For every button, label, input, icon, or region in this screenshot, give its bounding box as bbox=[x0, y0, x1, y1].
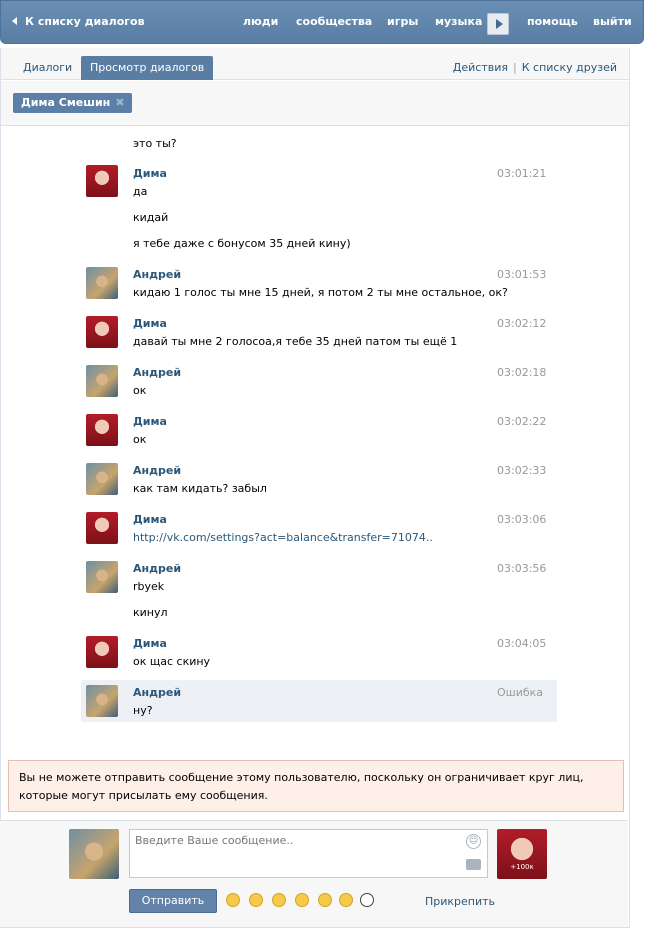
send-button[interactable]: Отправить bbox=[129, 889, 217, 913]
participant-chip[interactable]: Дима Смешин ✖ bbox=[13, 93, 133, 113]
message-text: ок bbox=[133, 384, 147, 397]
message-author[interactable]: Дима bbox=[133, 317, 167, 330]
avatar-caption: +100к bbox=[510, 863, 534, 871]
emoji-panda-icon[interactable] bbox=[360, 893, 374, 907]
my-avatar[interactable] bbox=[69, 829, 119, 879]
message-input[interactable]: Введите Ваше сообщение.. bbox=[129, 829, 488, 878]
message-time: 03:01:53 bbox=[497, 268, 547, 281]
message-text: кидай bbox=[133, 211, 169, 224]
message-text: это ты? bbox=[133, 137, 177, 150]
top-navigation-bar: К списку диалогов люди сообщества игры м… bbox=[0, 0, 644, 44]
message-text: кидаю 1 голос ты мне 15 дней, я потом 2 … bbox=[133, 286, 508, 299]
message-author[interactable]: Андрей bbox=[133, 464, 181, 477]
tab-dialogs[interactable]: Диалоги bbox=[23, 56, 72, 80]
message-text: кинул bbox=[133, 606, 168, 619]
message-author[interactable]: Дима bbox=[133, 637, 167, 650]
message-time: 03:02:18 bbox=[497, 366, 547, 379]
message-composer: Введите Ваше сообщение.. ☺ +100к Отправи… bbox=[0, 820, 628, 927]
message-author[interactable]: Андрей bbox=[133, 268, 181, 281]
play-icon bbox=[496, 19, 503, 29]
nav-music[interactable]: музыка bbox=[435, 15, 482, 28]
divider: | bbox=[513, 61, 517, 74]
chevron-left-icon bbox=[12, 17, 17, 25]
avatar[interactable] bbox=[86, 685, 118, 717]
nav-games[interactable]: игры bbox=[387, 15, 418, 28]
music-play-button[interactable] bbox=[487, 13, 509, 35]
avatar[interactable] bbox=[86, 512, 118, 544]
message-text: как там кидать? забыл bbox=[133, 482, 267, 495]
message-time: 03:01:21 bbox=[497, 167, 547, 180]
message-text: я тебе даже с бонусом 35 дней кину) bbox=[133, 237, 351, 250]
message-link[interactable]: http://vk.com/settings?act=balance&trans… bbox=[133, 531, 433, 544]
message-time: 03:02:33 bbox=[497, 464, 547, 477]
message-text: ну? bbox=[133, 704, 153, 717]
smile-icon[interactable]: ☺ bbox=[466, 834, 481, 849]
tabs-bar: Диалоги Просмотр диалогов Действия | К спи… bbox=[1, 48, 629, 80]
emoji-saxophone-icon[interactable] bbox=[339, 893, 353, 907]
back-to-dialogs-link[interactable]: К списку диалогов bbox=[12, 15, 145, 28]
message-text: ок щас скину bbox=[133, 655, 211, 668]
message-time: 03:03:06 bbox=[497, 513, 547, 526]
message-author[interactable]: Андрей bbox=[133, 562, 181, 575]
avatar[interactable] bbox=[86, 267, 118, 299]
message-text: rbyek bbox=[133, 580, 165, 593]
participant-name: Дима Смешин bbox=[21, 96, 111, 109]
avatar[interactable] bbox=[86, 561, 118, 593]
message-time: 03:04:05 bbox=[497, 637, 547, 650]
emoji-surprised-icon[interactable] bbox=[272, 893, 286, 907]
emoji-sad-icon[interactable] bbox=[249, 893, 263, 907]
attach-link[interactable]: Прикрепить bbox=[425, 895, 495, 908]
emoji-kiss-icon[interactable] bbox=[318, 893, 332, 907]
avatar[interactable] bbox=[86, 165, 118, 197]
nav-logout[interactable]: выйти bbox=[593, 15, 632, 28]
message-input-placeholder: Введите Ваше сообщение.. bbox=[135, 834, 294, 847]
privacy-notice: Вы не можете отправить сообщение этому п… bbox=[8, 760, 624, 812]
right-links: Действия | К списку друзей bbox=[453, 61, 617, 74]
nav-help[interactable]: помощь bbox=[527, 15, 578, 28]
message-text: давай ты мне 2 голосоа,я тебе 35 дней па… bbox=[133, 335, 458, 348]
message-time: 03:03:56 bbox=[497, 562, 547, 575]
avatar[interactable] bbox=[86, 463, 118, 495]
friends-list-link[interactable]: К списку друзей bbox=[522, 61, 617, 74]
avatar[interactable] bbox=[86, 636, 118, 668]
recipient-avatar[interactable]: +100к bbox=[497, 829, 547, 879]
emoji-icecream-icon[interactable] bbox=[226, 893, 240, 907]
nav-communities[interactable]: сообщества bbox=[296, 15, 372, 28]
nav-people[interactable]: люди bbox=[243, 15, 278, 28]
message-author[interactable]: Дима bbox=[133, 167, 167, 180]
actions-link[interactable]: Действия bbox=[453, 61, 508, 74]
emoji-laugh-icon[interactable] bbox=[295, 893, 309, 907]
back-to-dialogs-label: К списку диалогов bbox=[25, 15, 145, 28]
avatar[interactable] bbox=[86, 414, 118, 446]
message-author[interactable]: Андрей bbox=[133, 366, 181, 379]
tab-view-dialogs[interactable]: Просмотр диалогов bbox=[81, 56, 214, 80]
message-text: да bbox=[133, 185, 148, 198]
avatar[interactable] bbox=[86, 316, 118, 348]
message-author[interactable]: Андрей bbox=[133, 686, 181, 699]
message-text: ок bbox=[133, 433, 147, 446]
message-error-status: Ошибка bbox=[497, 686, 544, 699]
message-author[interactable]: Дима bbox=[133, 415, 167, 428]
close-icon[interactable]: ✖ bbox=[115, 93, 124, 113]
message-author[interactable]: Дима bbox=[133, 513, 167, 526]
avatar[interactable] bbox=[86, 365, 118, 397]
message-time: 03:02:12 bbox=[497, 317, 547, 330]
participant-bar: Дима Смешин ✖ bbox=[1, 81, 629, 126]
camera-icon[interactable] bbox=[466, 859, 481, 870]
message-time: 03:02:22 bbox=[497, 415, 547, 428]
